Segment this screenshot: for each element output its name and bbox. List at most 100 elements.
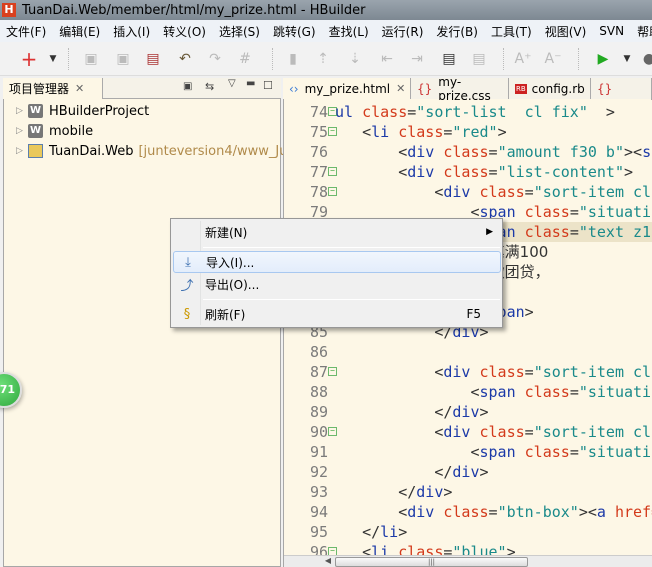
browser-icon[interactable]: ● — [640, 50, 652, 68]
font-decrease-icon[interactable]: A⁻ — [544, 50, 562, 68]
code-token: div — [452, 463, 480, 481]
font-increase-icon[interactable]: A⁺ — [514, 50, 532, 68]
tab-config-rb[interactable]: RB config.rb — [509, 78, 591, 99]
run-icon[interactable]: ▶ — [594, 50, 612, 68]
tab-overflow[interactable]: {} — [591, 78, 652, 99]
export-icon: ⤴ — [180, 278, 194, 294]
save-all-icon[interactable]: ▣ — [114, 50, 132, 68]
code-token: = — [524, 423, 534, 441]
code-token: span> — [642, 143, 652, 161]
menu-item[interactable]: 文件(F) — [0, 23, 53, 40]
doc-icon[interactable]: ▤ — [470, 50, 488, 68]
menu-item[interactable]: 发行(B) — [430, 23, 485, 40]
link-editor-icon[interactable]: ⇆ — [205, 80, 214, 93]
menu-item-export[interactable]: ⤴ 导出(O)... — [173, 273, 501, 295]
menu-item[interactable]: 跳转(G) — [267, 23, 323, 40]
menu-item-new[interactable]: 新建(N) ▶ — [173, 221, 501, 243]
close-file-icon[interactable]: ▤ — [144, 50, 162, 68]
menu-item[interactable]: 运行(R) — [376, 23, 431, 40]
code-text: </li> — [335, 522, 407, 542]
code-token: = — [488, 503, 498, 521]
code-token: class — [479, 183, 525, 201]
menu-item[interactable]: 编辑(E) — [53, 23, 107, 40]
scroll-left-icon[interactable]: ◀ — [284, 555, 335, 567]
run-dropdown-icon[interactable]: ▼ — [618, 50, 636, 68]
scrollbar-thumb[interactable]: ||| — [335, 557, 528, 567]
code-token: class — [524, 443, 570, 461]
code-token: < — [335, 363, 444, 381]
menu-item[interactable]: 查找(L) — [323, 23, 376, 40]
expand-icon[interactable]: ▷ — [16, 106, 28, 116]
code-token: > — [497, 123, 507, 141]
tree-item[interactable]: ▷ Wmobile — [16, 122, 93, 140]
tab-my-prize-html[interactable]: ‹› my_prize.html ✕ — [283, 78, 411, 99]
menu-item[interactable]: 转义(O) — [157, 23, 213, 40]
save-icon[interactable]: ▣ — [82, 50, 100, 68]
code-token: = — [569, 223, 579, 241]
format-icon[interactable]: # — [236, 50, 254, 68]
code-text: <div class="amount f30 b"><span> — [335, 142, 652, 162]
new-icon[interactable]: + — [20, 49, 38, 69]
code-token: < — [335, 183, 444, 201]
menu-item-import[interactable]: ⤓ 导入(I)... — [173, 251, 501, 273]
menu-item[interactable]: 选择(S) — [213, 23, 267, 40]
submenu-arrow-icon: ▶ — [486, 227, 493, 237]
view-menu-icon[interactable]: ▽ — [228, 78, 236, 89]
expand-icon[interactable]: ▷ — [16, 126, 28, 136]
code-token: = — [524, 363, 534, 381]
html-file-icon: ‹› — [289, 81, 299, 96]
code-token: class — [443, 503, 489, 521]
horizontal-scrollbar[interactable]: ||| — [335, 555, 652, 567]
code-token: "sort-item cl — [533, 363, 652, 381]
line-number: 74 — [309, 103, 328, 121]
code-token: </ — [335, 463, 453, 481]
tree-item[interactable]: ▷ TuanDai.Web [junteversion4/www_JunTe — [16, 142, 309, 160]
code-token: class — [443, 143, 489, 161]
menu-item[interactable]: 帮助 — [631, 23, 652, 40]
line-number: 92 — [309, 463, 328, 481]
code-text: <div class="btn-box"><a href= — [335, 502, 652, 522]
menu-item-refresh[interactable]: § 刷新(F) F5 — [173, 303, 501, 325]
tab-project-explorer[interactable]: 项目管理器 ✕ — [3, 78, 103, 99]
expand-icon[interactable]: ▷ — [16, 146, 28, 156]
code-token: < — [335, 123, 372, 141]
redo-icon[interactable]: ↷ — [206, 50, 224, 68]
prev-icon[interactable]: ⇡ — [314, 50, 332, 68]
new-dropdown-icon[interactable]: ▼ — [44, 50, 62, 68]
code-token: > — [479, 463, 489, 481]
collapse-all-icon[interactable]: ▣ — [183, 81, 192, 92]
code-line: 77− <div class="list-content"> — [284, 162, 652, 182]
window-title: TuanDai.Web/member/html/my_prize.html - … — [22, 2, 366, 18]
tree-item[interactable]: ▷ W HBuilderProject — [16, 102, 149, 120]
maximize-icon[interactable]: ☐ — [263, 79, 273, 92]
editor-tabs: ‹› my_prize.html ✕ {} my-prize.css RB co… — [283, 75, 652, 103]
line-number: 88 — [309, 383, 328, 401]
tab-label: my_prize.html — [304, 81, 391, 96]
indent-right-icon[interactable]: ⇥ — [408, 50, 426, 68]
tab-my-prize-css[interactable]: {} my-prize.css — [411, 75, 509, 103]
outline-icon[interactable]: ▤ — [440, 50, 458, 68]
code-token: href= — [614, 503, 652, 521]
close-icon[interactable]: ✕ — [396, 82, 405, 95]
undo-icon[interactable]: ↶ — [176, 50, 194, 68]
code-text: <div class="list-content"> — [335, 162, 633, 182]
code-token: div — [407, 503, 444, 521]
indent-left-icon[interactable]: ⇤ — [378, 50, 396, 68]
code-token: div — [407, 143, 444, 161]
code-token: = — [569, 203, 579, 221]
minimize-icon[interactable]: ▬ — [246, 78, 255, 89]
menu-item[interactable]: 视图(V) — [539, 23, 594, 40]
code-text: <li class="blue"> — [335, 542, 516, 555]
next-icon[interactable]: ⇣ — [346, 50, 364, 68]
code-token: "blue" — [452, 543, 507, 555]
code-token: "text z1 — [578, 223, 652, 241]
code-text: ul class="sort-list cl fix" > — [335, 102, 615, 122]
menu-item-label: 新建(N) — [205, 225, 248, 240]
menu-item[interactable]: SVN — [593, 24, 631, 38]
menu-item[interactable]: 工具(T) — [485, 23, 539, 40]
code-token: < — [335, 423, 444, 441]
bookmark-icon[interactable]: ▮ — [284, 50, 302, 68]
line-number: 77 — [309, 163, 328, 181]
close-icon[interactable]: ✕ — [75, 82, 84, 95]
menu-item[interactable]: 插入(I) — [107, 23, 157, 40]
